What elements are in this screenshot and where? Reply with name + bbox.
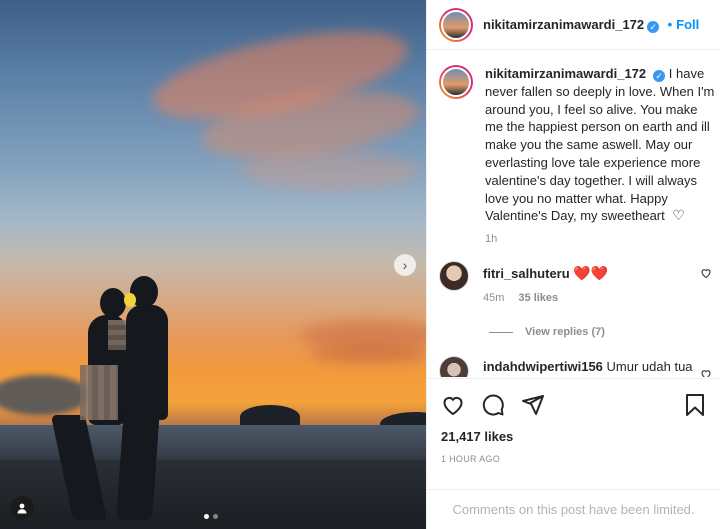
heart-outline-icon[interactable] — [700, 368, 712, 377]
comment-text: ❤️❤️ — [573, 265, 609, 282]
verified-badge-icon: ✓ — [647, 20, 660, 33]
cloud — [0, 375, 90, 415]
avatar[interactable] — [439, 261, 469, 292]
likes-count[interactable]: 21,417 likes — [441, 429, 706, 444]
carousel-dots — [204, 514, 218, 519]
comment-time: 45m — [483, 292, 505, 305]
comment-item: indahdwipertiwi156 Umur udah tua — [427, 356, 720, 377]
silhouette-man — [126, 305, 168, 420]
view-replies-label: View replies (7) — [525, 326, 605, 339]
avatar[interactable] — [439, 356, 469, 377]
post-timestamp: 1 HOUR AGO — [441, 454, 501, 464]
caption-time: 1h — [485, 233, 498, 246]
comment-text: Umur udah tua — [606, 359, 693, 375]
comment-username[interactable]: fitri_salhuteru — [483, 266, 570, 281]
face-emoji-censor — [124, 293, 136, 307]
carousel-dot — [204, 514, 209, 519]
post-photo[interactable]: › — [0, 0, 426, 529]
pixelated-censor — [108, 320, 126, 350]
avatar[interactable] — [439, 65, 473, 99]
next-photo-button[interactable]: › — [394, 254, 416, 276]
comment-item: fitri_salhuteru ❤️❤️ 45m 35 likes — [427, 261, 720, 304]
view-replies-button[interactable]: View replies (7) — [489, 326, 720, 338]
carousel-dot — [213, 514, 218, 519]
divider — [489, 331, 513, 333]
comments-limited-notice: Comments on this post have been limited. — [427, 489, 720, 529]
comment-username[interactable]: indahdwipertiwi156 — [483, 359, 603, 374]
paper-plane-icon[interactable] — [521, 393, 545, 417]
comment-bubble-icon[interactable] — [481, 393, 505, 417]
chevron-right-icon: › — [402, 257, 408, 273]
silhouette-man-legs — [116, 410, 160, 520]
caption-username[interactable]: nikitamirzanimawardi_172 — [485, 66, 646, 81]
comments-section[interactable]: nikitamirzanimawardi_172 ✓ I have never f… — [427, 51, 720, 377]
caption-text: I have never fallen so deeply in love. W… — [485, 66, 715, 224]
silhouette-woman-head — [100, 288, 126, 318]
heart-outline-icon: ♡ — [672, 207, 685, 224]
post-header: nikitamirzanimawardi_172 ✓ • Foll — [427, 0, 720, 50]
verified-badge-icon: ✓ — [653, 70, 666, 82]
post-author-username[interactable]: nikitamirzanimawardi_172 — [483, 17, 644, 32]
heart-outline-icon[interactable] — [441, 393, 465, 417]
bookmark-icon[interactable] — [684, 393, 706, 417]
heart-outline-icon[interactable] — [700, 267, 712, 279]
cloud — [240, 150, 420, 190]
cloud — [310, 345, 426, 363]
avatar[interactable] — [439, 7, 473, 42]
tagged-users-button[interactable] — [10, 496, 34, 520]
pixelated-censor — [80, 365, 118, 420]
comment-meta: 45m 35 likes — [483, 292, 608, 304]
post-actions: 21,417 likes 1 HOUR AGO — [427, 378, 720, 464]
follow-button[interactable]: Foll — [676, 17, 699, 32]
post-caption: nikitamirzanimawardi_172 ✓ I have never f… — [427, 51, 720, 245]
follow-button: • — [667, 16, 673, 32]
user-icon — [17, 503, 27, 514]
post-detail-panel: nikitamirzanimawardi_172 ✓ • Foll nikitami… — [426, 0, 720, 529]
comment-likes[interactable]: 35 likes — [518, 292, 558, 304]
